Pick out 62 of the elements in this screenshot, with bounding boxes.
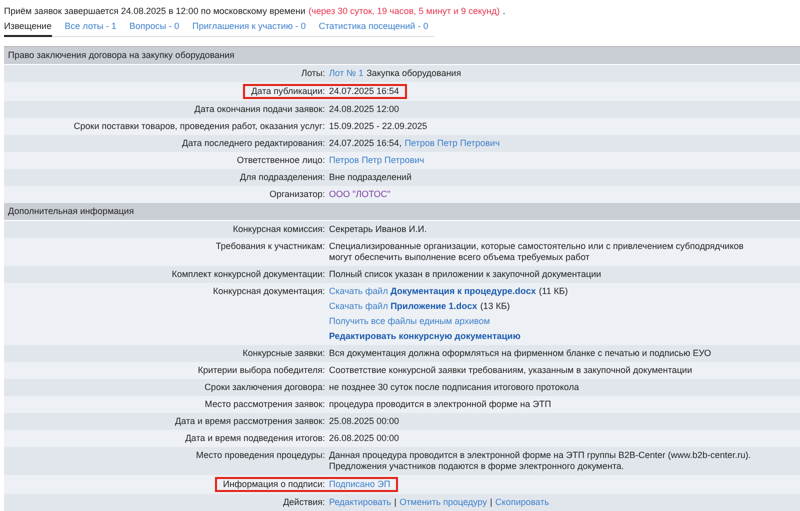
- deadline-text: Приём заявок завершается 24.08.2025 в 12:00 по московскому времени: [4, 5, 306, 18]
- field-label: Организатор:: [268, 188, 325, 201]
- section-header: Право заключения договора на закупку оборудования: [4, 47, 800, 65]
- tab[interactable]: Приглашения к участию - 0: [192, 19, 306, 37]
- field-label: Ответственное лицо:: [236, 154, 325, 167]
- value-text: не позднее 30 суток после подписания итогового протокола: [329, 382, 579, 393]
- link[interactable]: Получить все файлы единым архивом: [329, 316, 490, 327]
- value-text: 24.08.2025 12:00: [329, 104, 400, 115]
- link[interactable]: Редактировать: [329, 497, 392, 508]
- value-text: (11 КБ): [538, 286, 568, 297]
- field-label: Информация о подписи:: [215, 477, 325, 492]
- field-label: Дата последнего редактирования:: [180, 137, 325, 150]
- field-label: Дата публикации:: [243, 84, 325, 99]
- value-text: Полный список указан в приложении к закупочной документации: [329, 269, 602, 280]
- value-text: 25.08.2025 00:00: [329, 416, 400, 427]
- value-text: Специализированные организации, которые самостоятельно или с привлечением субподрядчиков могут обеспечить выполнение всего объема требуемых работ: [329, 241, 745, 263]
- field-label: Конкурсные заявки:: [242, 347, 325, 360]
- link[interactable]: Петров Петр Петрович: [404, 138, 500, 149]
- link[interactable]: Отменить процедуру: [400, 497, 487, 508]
- value-text: процедура проводится в электронной форме на ЭТП: [329, 399, 552, 410]
- tab[interactable]: Все лоты - 1: [64, 19, 116, 37]
- value-text: Соответствие конкурсной заявки требованиям, указанным в закупочной документации: [329, 365, 692, 376]
- value-text: 15.09.2025 - 22.09.2025: [329, 121, 428, 132]
- tab[interactable]: Извещение: [4, 19, 52, 37]
- value-text: |: [394, 497, 397, 508]
- field-label: Дата и время подведения итогов:: [184, 432, 325, 445]
- field-label: Требования к участникам:: [214, 240, 325, 253]
- field-label: Конкурсная документация:: [212, 285, 325, 298]
- field-label: Критерии выбора победителя:: [196, 364, 325, 377]
- tab[interactable]: Вопросы - 0: [129, 19, 180, 37]
- value-text: Закупка оборудования: [366, 68, 462, 79]
- link[interactable]: Скачать файл Приложение 1.docx: [329, 301, 478, 312]
- field-label: Для подразделения:: [238, 171, 325, 184]
- link[interactable]: Редактировать конкурсную документацию: [329, 331, 521, 342]
- link[interactable]: Лот № 1: [329, 68, 364, 79]
- field-label: Комплект конкурсной документации:: [170, 268, 325, 281]
- field-label: Конкурсная комиссия:: [232, 223, 325, 236]
- link[interactable]: ООО "ЛОТОС": [329, 189, 390, 200]
- section-header: Дополнительная информация: [4, 203, 800, 221]
- value-text: 24.07.2025 16:54: [329, 86, 400, 97]
- value-text: Вся документация должна оформляться на фирменном бланке с печатью и подписью ЕУО: [329, 348, 712, 359]
- field-label: Дата и время рассмотрения заявок:: [174, 415, 325, 428]
- value-text: 24.07.2025 16:54,: [329, 138, 402, 149]
- link[interactable]: Петров Петр Петрович: [329, 155, 424, 166]
- link[interactable]: Скопировать: [495, 497, 550, 508]
- field-label: Дата окончания подачи заявок:: [193, 103, 325, 116]
- period-text: .: [502, 5, 506, 18]
- value-text: Данная процедура проводится в электронной форме на ЭТП группы B2B-Center (www.b2b-center.ru). Предложения участников подаются в форме электронного документа.: [329, 450, 752, 472]
- value-text: Секретарь Иванов И.И.: [329, 224, 427, 235]
- value-text: |: [490, 497, 492, 508]
- field-label: Сроки заключения договора:: [203, 381, 325, 394]
- field-label: Место рассмотрения заявок:: [204, 398, 325, 411]
- field-label: Сроки поставки товаров, проведения работ, оказания услуг:: [72, 120, 325, 133]
- link[interactable]: Скачать файл Документация к процедуре.docx: [329, 286, 536, 297]
- field-label: Действия:: [282, 496, 325, 509]
- countdown-text: (через 30 суток, 19 часов, 5 минут и 9 секунд): [308, 5, 500, 18]
- field-label: Лоты:: [300, 67, 325, 80]
- value-text: (13 КБ): [480, 301, 510, 312]
- tab[interactable]: Статистика посещений - 0: [318, 19, 428, 37]
- field-label: Место проведения процедуры:: [194, 449, 325, 462]
- value-text: 26.08.2025 00:00: [329, 433, 400, 444]
- value-text: Вне подразделений: [329, 172, 412, 183]
